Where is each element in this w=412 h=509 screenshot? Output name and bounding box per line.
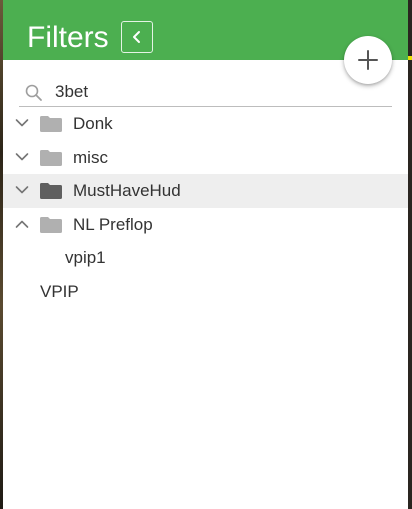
folder-icon bbox=[40, 149, 62, 166]
background-strip-right bbox=[408, 0, 412, 509]
filters-panel: Filters Donk bbox=[3, 0, 408, 509]
tree-folder-donk[interactable]: Donk bbox=[3, 107, 408, 141]
chevron-down-icon[interactable] bbox=[15, 185, 29, 195]
folder-icon bbox=[40, 183, 62, 199]
search-icon bbox=[25, 84, 42, 101]
folder-icon bbox=[40, 216, 62, 233]
search-box bbox=[19, 79, 392, 107]
panel-title: Filters bbox=[27, 21, 109, 54]
tree-folder-misc[interactable]: misc bbox=[3, 141, 408, 175]
tree-filter-vpip1[interactable]: vpip1 bbox=[3, 241, 408, 275]
tree-item-label: Donk bbox=[73, 114, 113, 133]
filter-tree: Donk misc MustHaveHud NL Preflop vpip1 V… bbox=[3, 107, 408, 308]
tree-item-label: NL Preflop bbox=[73, 214, 153, 234]
tree-filter-vpip[interactable]: VPIP bbox=[3, 275, 408, 309]
tree-item-label: misc bbox=[73, 147, 108, 167]
search-input[interactable] bbox=[55, 81, 375, 103]
tree-item-label: vpip1 bbox=[65, 248, 106, 267]
chevron-up-icon[interactable] bbox=[15, 219, 29, 229]
chevron-down-icon[interactable] bbox=[15, 152, 29, 162]
chevron-down-icon[interactable] bbox=[15, 118, 29, 128]
chevron-left-icon bbox=[133, 31, 140, 43]
background-accent bbox=[408, 56, 412, 60]
collapse-panel-button[interactable] bbox=[121, 21, 153, 53]
add-filter-button[interactable] bbox=[344, 36, 392, 84]
tree-folder-nl-preflop[interactable]: NL Preflop bbox=[3, 208, 408, 242]
tree-item-label: MustHaveHud bbox=[73, 181, 181, 200]
folder-icon bbox=[40, 116, 62, 132]
tree-folder-musthavehud[interactable]: MustHaveHud bbox=[3, 174, 408, 208]
tree-item-label: VPIP bbox=[40, 281, 79, 301]
plus-icon bbox=[358, 50, 378, 70]
